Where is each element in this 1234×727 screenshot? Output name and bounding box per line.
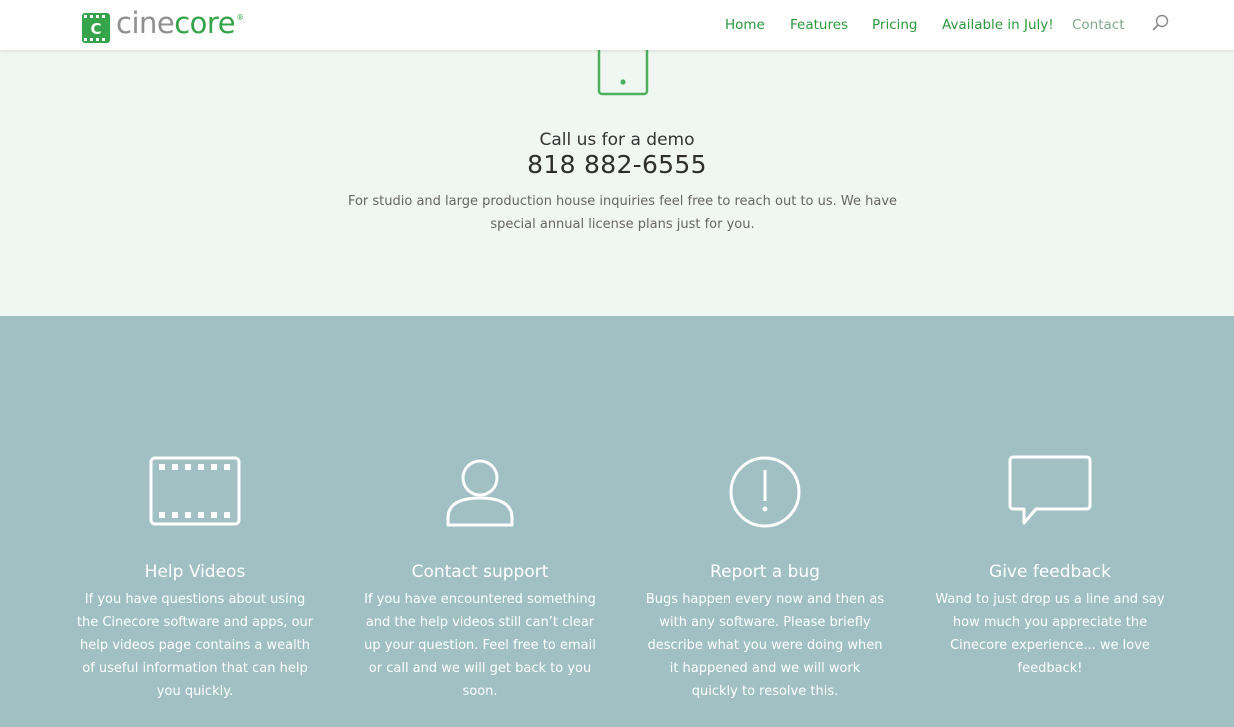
give-feedback-title[interactable]: Give feedback <box>930 562 1170 582</box>
alert-circle-icon <box>729 456 801 528</box>
site-header: C cinecore® Home Features Pricing Availa… <box>0 0 1234 50</box>
nav-features[interactable]: Features <box>790 17 848 33</box>
demo-phone-number[interactable]: 818 882-6555 <box>0 150 1234 179</box>
demo-description: For studio and large production house in… <box>347 194 898 232</box>
logo-wordmark: cinecore® <box>116 6 244 40</box>
support-section: Help Videos If you have questions about … <box>0 316 1234 727</box>
cinecore-logo[interactable]: C cinecore® <box>82 6 244 47</box>
report-bug-title[interactable]: Report a bug <box>645 562 885 582</box>
nav-pricing[interactable]: Pricing <box>872 17 918 33</box>
phone-icon <box>597 44 649 96</box>
svg-text:C: C <box>90 20 101 38</box>
contact-support-title[interactable]: Contact support <box>360 562 600 582</box>
search-icon[interactable] <box>1152 14 1170 32</box>
speech-bubble-icon <box>1008 455 1092 525</box>
give-feedback-description: Wand to just drop us a line and say how … <box>935 592 1165 676</box>
film-strip-icon <box>149 456 241 526</box>
nav-home[interactable]: Home <box>725 17 765 33</box>
demo-title: Call us for a demo <box>539 130 695 150</box>
help-videos-description: If you have questions about using the Ci… <box>76 592 314 699</box>
cinecore-logo-icon: C <box>82 13 110 43</box>
report-bug-description: Bugs happen every now and then as with a… <box>645 592 885 699</box>
contact-support-description: If you have encountered something and th… <box>364 592 596 699</box>
nav-contact[interactable]: Contact <box>1072 17 1125 33</box>
help-videos-title[interactable]: Help Videos <box>75 562 315 582</box>
user-icon <box>446 459 514 527</box>
demo-section: Call us for a demo 818 882-6555 For stud… <box>0 44 1234 316</box>
nav-available-in-july[interactable]: Available in July! <box>942 17 1054 33</box>
